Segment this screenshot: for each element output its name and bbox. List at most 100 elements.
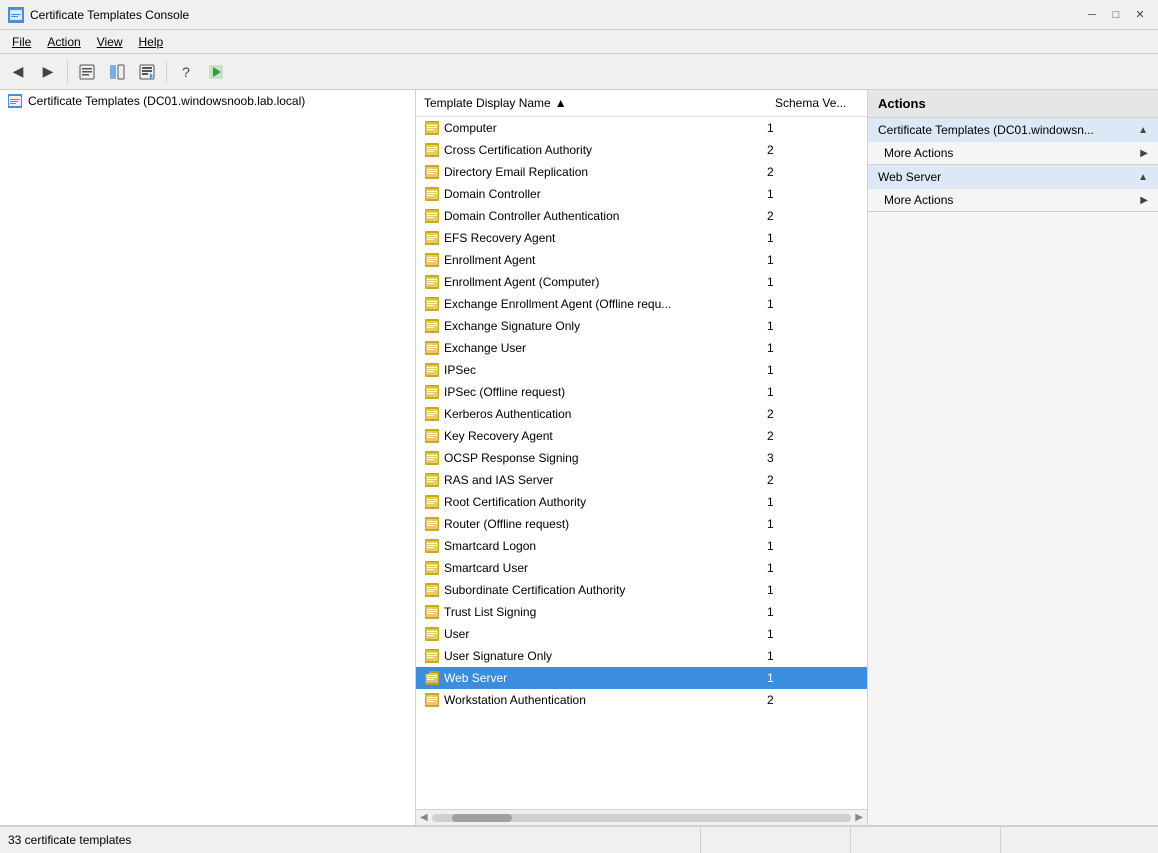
sort-asc-icon: ▲ [555, 96, 567, 110]
tree-item-cert-templates[interactable]: Certificate Templates (DC01.windowsnoob.… [0, 90, 415, 112]
maximize-button[interactable]: □ [1106, 5, 1126, 25]
list-row[interactable]: Smartcard Logon1 [416, 535, 867, 557]
list-row[interactable]: IPSec1 [416, 359, 867, 381]
list-row[interactable]: Trust List Signing1 [416, 601, 867, 623]
row-name: Exchange User [444, 341, 767, 355]
list-row[interactable]: Exchange Signature Only1 [416, 315, 867, 337]
list-row[interactable]: Kerberos Authentication2 [416, 403, 867, 425]
list-row[interactable]: Domain Controller Authentication2 [416, 205, 867, 227]
list-body[interactable]: Computer1 Cross Certification Authority2… [416, 117, 867, 809]
cert-template-icon [424, 450, 440, 466]
list-row[interactable]: Directory Email Replication2 [416, 161, 867, 183]
tree-item-label: Certificate Templates (DC01.windowsnoob.… [28, 94, 305, 108]
arrow-icon-1: ▶ [1140, 148, 1148, 159]
app-icon [8, 7, 24, 23]
row-name: Domain Controller Authentication [444, 209, 767, 223]
list-row[interactable]: User Signature Only1 [416, 645, 867, 667]
help-button[interactable]: ? [172, 58, 200, 86]
cert-template-icon [424, 274, 440, 290]
toolbar-separator-2 [166, 61, 167, 83]
cert-template-icon [424, 252, 440, 268]
row-schema: 1 [767, 187, 867, 201]
list-row[interactable]: Workstation Authentication2 [416, 689, 867, 711]
cert-template-icon [424, 516, 440, 532]
list-row[interactable]: Key Recovery Agent2 [416, 425, 867, 447]
hscroll-thumb[interactable] [452, 814, 512, 822]
list-row[interactable]: Enrollment Agent1 [416, 249, 867, 271]
row-schema: 1 [767, 341, 867, 355]
list-row[interactable]: RAS and IAS Server2 [416, 469, 867, 491]
row-schema: 1 [767, 275, 867, 289]
row-name: Workstation Authentication [444, 693, 767, 707]
up-button[interactable] [73, 58, 101, 86]
cert-template-icon [424, 230, 440, 246]
row-name: Cross Certification Authority [444, 143, 767, 157]
row-name: Router (Offline request) [444, 517, 767, 531]
list-row[interactable]: User1 [416, 623, 867, 645]
row-schema: 1 [767, 121, 867, 135]
status-section-2 [850, 827, 1000, 853]
cert-template-icon [424, 472, 440, 488]
list-row[interactable]: Web Server1 [416, 667, 867, 689]
list-row[interactable]: EFS Recovery Agent1 [416, 227, 867, 249]
row-name: Kerberos Authentication [444, 407, 767, 421]
cert-template-icon [424, 296, 440, 312]
main-area: Certificate Templates (DC01.windowsnoob.… [0, 90, 1158, 826]
arrow-icon-2: ▶ [1140, 195, 1148, 206]
cert-templates-icon [8, 94, 22, 108]
column-schema-header[interactable]: Schema Ve... [767, 94, 867, 112]
row-name: Directory Email Replication [444, 165, 767, 179]
cert-template-icon [424, 648, 440, 664]
menu-action[interactable]: Action [39, 33, 88, 51]
row-schema: 1 [767, 517, 867, 531]
forward-button[interactable]: ▶ [34, 58, 62, 86]
row-name: User [444, 627, 767, 641]
action-more-actions-2[interactable]: More Actions ▶ [868, 189, 1158, 211]
back-button[interactable]: ◀ [4, 58, 32, 86]
row-schema: 1 [767, 231, 867, 245]
row-schema: 1 [767, 649, 867, 663]
column-name-header[interactable]: Template Display Name ▲ [416, 94, 767, 112]
row-name: Web Server [444, 671, 767, 685]
row-name: Domain Controller [444, 187, 767, 201]
show-hide-button[interactable] [103, 58, 131, 86]
minimize-button[interactable]: ─ [1082, 5, 1102, 25]
list-row[interactable]: Cross Certification Authority2 [416, 139, 867, 161]
run-button[interactable] [202, 58, 230, 86]
row-name: User Signature Only [444, 649, 767, 663]
list-row[interactable]: Domain Controller1 [416, 183, 867, 205]
row-schema: 2 [767, 209, 867, 223]
actions-header: Actions [868, 90, 1158, 118]
action-section-cert-templates-title[interactable]: Certificate Templates (DC01.windowsn... … [868, 118, 1158, 142]
row-schema: 1 [767, 561, 867, 575]
row-schema: 1 [767, 671, 867, 685]
hscroll-right-arrow[interactable]: ▶ [855, 812, 863, 823]
list-row[interactable]: Smartcard User1 [416, 557, 867, 579]
list-row[interactable]: OCSP Response Signing3 [416, 447, 867, 469]
hscroll-track[interactable] [432, 814, 852, 822]
list-row[interactable]: Enrollment Agent (Computer)1 [416, 271, 867, 293]
list-row[interactable]: Exchange Enrollment Agent (Offline requ.… [416, 293, 867, 315]
export-button[interactable] [133, 58, 161, 86]
list-row[interactable]: Computer1 [416, 117, 867, 139]
status-bar: 33 certificate templates [0, 826, 1158, 852]
cert-template-icon [424, 538, 440, 554]
right-pane: Actions Certificate Templates (DC01.wind… [868, 90, 1158, 825]
list-row[interactable]: IPSec (Offline request)1 [416, 381, 867, 403]
list-row[interactable]: Subordinate Certification Authority1 [416, 579, 867, 601]
menu-view[interactable]: View [89, 33, 131, 51]
hscroll-left-arrow[interactable]: ◀ [420, 812, 428, 823]
action-section-web-server-title[interactable]: Web Server ▲ [868, 165, 1158, 189]
close-button[interactable]: ✕ [1130, 5, 1150, 25]
menu-help[interactable]: Help [131, 33, 172, 51]
cert-template-icon [424, 626, 440, 642]
menu-file[interactable]: File [4, 33, 39, 51]
list-row[interactable]: Exchange User1 [416, 337, 867, 359]
list-row[interactable]: Root Certification Authority1 [416, 491, 867, 513]
collapse-icon-2: ▲ [1138, 172, 1148, 183]
list-row[interactable]: Router (Offline request)1 [416, 513, 867, 535]
row-schema: 3 [767, 451, 867, 465]
horizontal-scrollbar[interactable]: ◀ ▶ [416, 809, 867, 825]
cert-template-icon [424, 120, 440, 136]
action-more-actions-1[interactable]: More Actions ▶ [868, 142, 1158, 164]
